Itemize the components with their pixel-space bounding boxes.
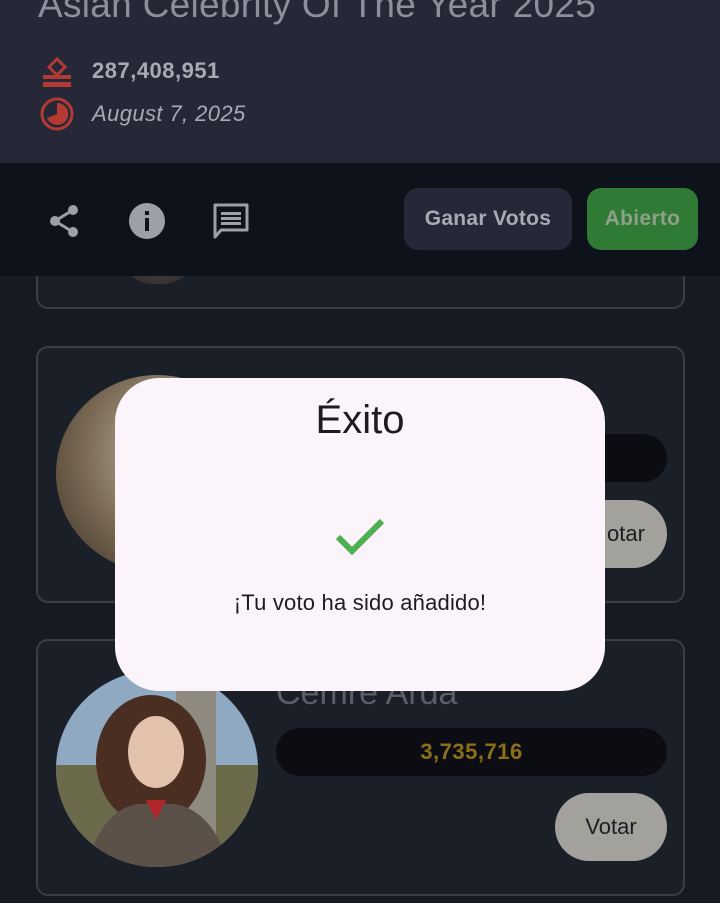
dialog-message: ¡Tu voto ha sido añadido! (233, 590, 487, 615)
vote-button[interactable]: Votar (555, 793, 667, 861)
vote-button-label: otar (607, 521, 645, 546)
earn-votes-button[interactable]: Ganar Votos (404, 188, 572, 250)
candidate-card (36, 276, 685, 309)
vote-button-label: Votar (585, 814, 637, 839)
contest-header: Asian Celebrity Of The Year 2025 287,408… (0, 0, 720, 163)
date-row: August 7, 2025 (38, 95, 246, 133)
contest-date: August 7, 2025 (92, 101, 246, 126)
comment-icon[interactable] (211, 201, 251, 241)
action-toolbar: Ganar Votos Abierto (0, 163, 720, 276)
vote-count: 3,735,716 (276, 728, 667, 776)
ballot-box-icon (38, 52, 76, 90)
dialog-title: Éxito (315, 398, 405, 442)
total-votes-row: 287,408,951 (38, 52, 220, 90)
success-dialog: Éxito ¡Tu voto ha sido añadido! (115, 378, 605, 691)
total-votes-count: 287,408,951 (92, 58, 220, 83)
avatar (56, 670, 258, 867)
info-icon[interactable] (127, 201, 167, 241)
check-icon (334, 515, 386, 559)
status-open-button[interactable]: Abierto (587, 188, 698, 250)
clock-icon (38, 95, 76, 133)
share-icon[interactable] (44, 201, 84, 241)
contest-title: Asian Celebrity Of The Year 2025 (38, 0, 597, 25)
avatar (118, 276, 198, 284)
